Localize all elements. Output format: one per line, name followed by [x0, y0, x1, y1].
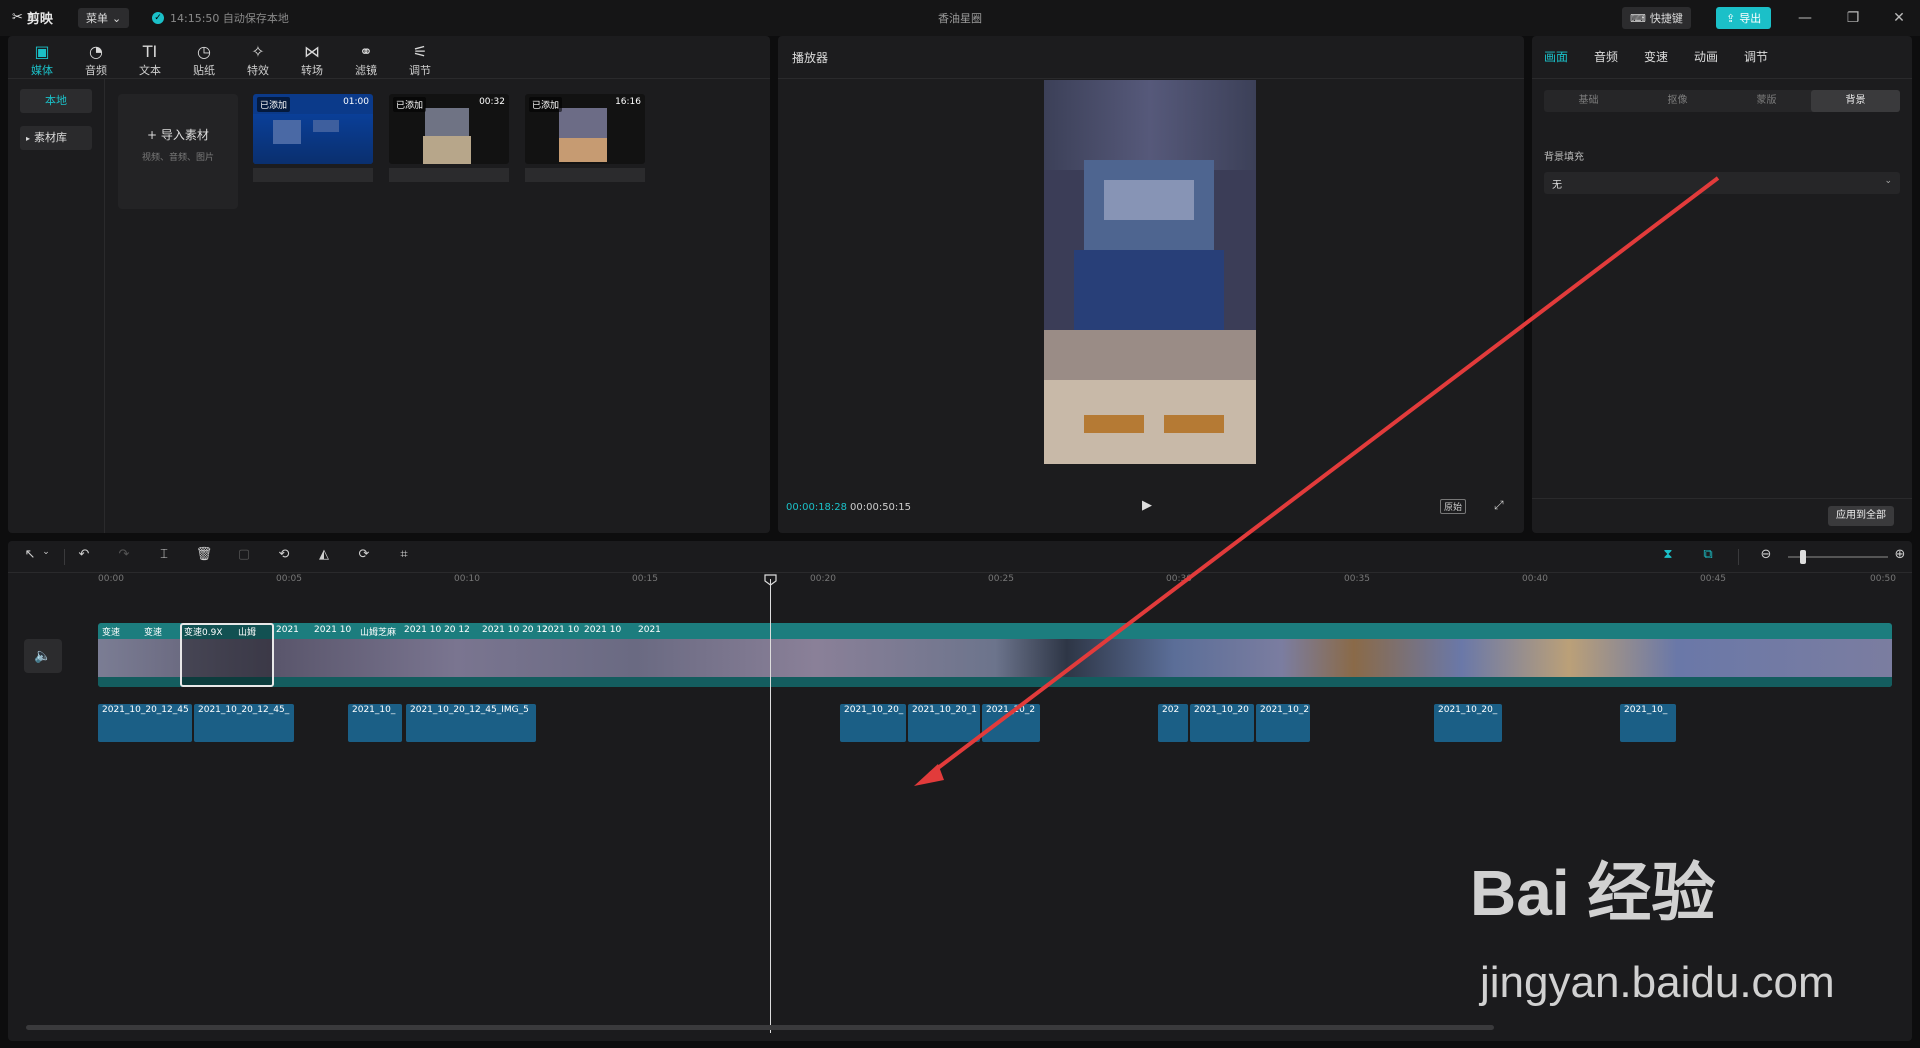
watermark-url: jingyan.baidu.com [1480, 958, 1835, 1007]
baidu-watermark: Bai 经验 jingyan.baidu.com [1470, 842, 1910, 1012]
watermark-brand: Bai 经验 [1470, 857, 1716, 929]
